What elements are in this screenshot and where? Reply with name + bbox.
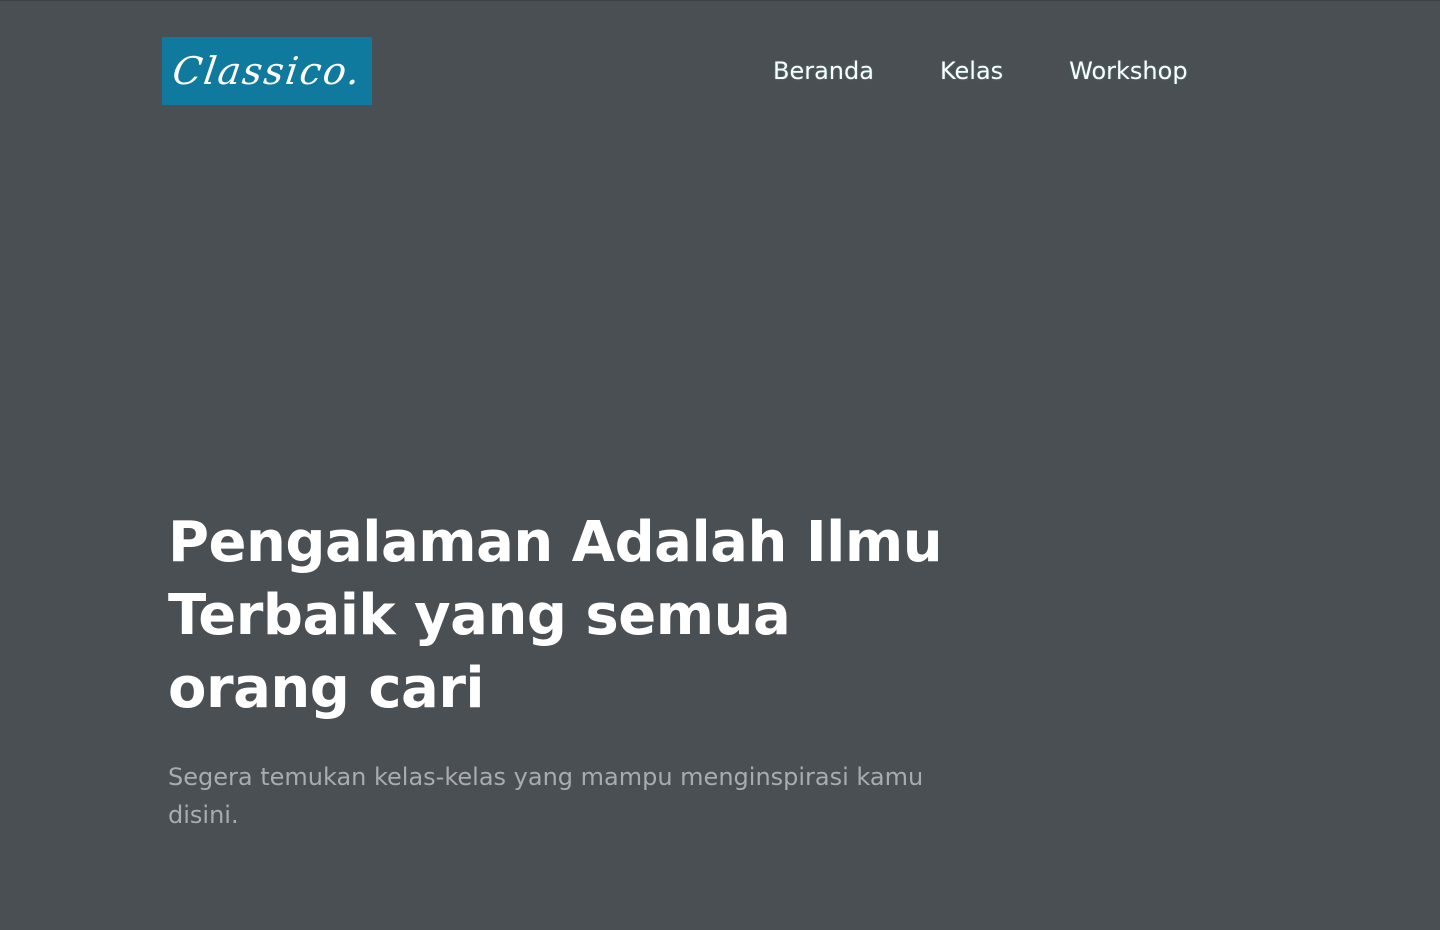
hero-subtitle: Segera temukan kelas-kelas yang mampu me… bbox=[168, 763, 924, 829]
main-nav: Beranda Kelas Workshop bbox=[773, 53, 1188, 89]
site-logo[interactable]: Classico. bbox=[162, 37, 372, 105]
landing-page: Classico. Beranda Kelas Workshop Pengala… bbox=[0, 0, 1440, 930]
logo-text: Classico. bbox=[169, 49, 365, 93]
nav-link-beranda[interactable]: Beranda bbox=[773, 53, 874, 89]
hero-title: Pengalaman Adalah Ilmu Terbaik yang semu… bbox=[168, 510, 943, 721]
nav-link-workshop[interactable]: Workshop bbox=[1069, 53, 1187, 89]
nav-link-kelas[interactable]: Kelas bbox=[940, 53, 1003, 89]
